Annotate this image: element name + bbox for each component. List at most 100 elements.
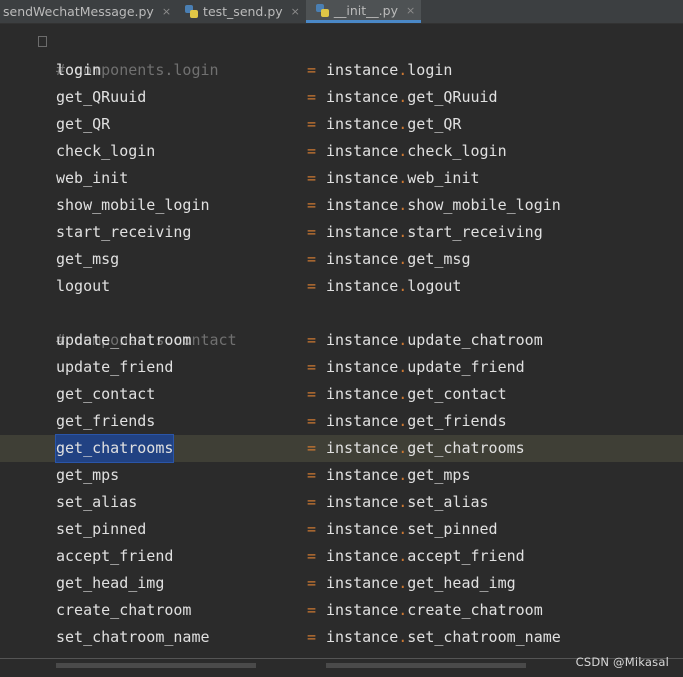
code-line: update_chatroom = instance.update_chatroom xyxy=(0,327,683,354)
assignment-value[interactable]: instance.get_msg xyxy=(326,246,471,273)
assignment-operator: = xyxy=(307,520,317,538)
assignment-value[interactable]: instance.create_chatroom xyxy=(326,597,543,624)
variable-name[interactable]: web_init xyxy=(56,165,128,192)
instance-reference: instance xyxy=(326,439,399,457)
assignment-value[interactable]: instance.login xyxy=(326,57,452,84)
assignment-operator: = xyxy=(307,601,317,619)
member-access-dot: . xyxy=(398,277,408,295)
assignment-value[interactable]: instance.show_mobile_login xyxy=(326,192,561,219)
variable-name[interactable]: show_mobile_login xyxy=(56,192,210,219)
assignment-value[interactable]: instance.get_chatrooms xyxy=(326,435,525,462)
instance-reference: instance xyxy=(326,574,399,592)
assignment-operator: = xyxy=(307,142,317,160)
variable-name[interactable]: update_chatroom xyxy=(56,327,191,354)
assignment-value[interactable]: instance.get_QRuuid xyxy=(326,84,498,111)
code-line: get_QRuuid = instance.get_QRuuid xyxy=(0,84,683,111)
assignment-operator: = xyxy=(307,493,317,511)
variable-name[interactable]: start_receiving xyxy=(56,219,191,246)
code-line: logout = instance.logout xyxy=(0,273,683,300)
variable-name[interactable]: get_QR xyxy=(56,111,110,138)
tab-init[interactable]: __init__.py × xyxy=(305,0,422,23)
member-access-dot: . xyxy=(398,88,408,106)
assignment-value[interactable]: instance.logout xyxy=(326,273,461,300)
instance-reference: instance xyxy=(326,277,399,295)
attribute-name: check_login xyxy=(407,142,507,160)
attribute-name: update_friend xyxy=(407,358,525,376)
attribute-name: set_pinned xyxy=(407,520,498,538)
attribute-name: get_contact xyxy=(407,385,507,403)
code-line-comment: # components.contact xyxy=(0,300,683,349)
assignment-operator: = xyxy=(307,250,317,268)
member-access-dot: . xyxy=(398,358,408,376)
member-access-dot: . xyxy=(398,196,408,214)
code-line: web_init = instance.web_init xyxy=(0,165,683,192)
assignment-operator: = xyxy=(307,547,317,565)
close-icon[interactable]: × xyxy=(291,5,300,18)
attribute-name: get_msg xyxy=(407,250,471,268)
variable-name[interactable]: set_alias xyxy=(56,489,137,516)
tab-label: sendWechatMessage.py xyxy=(3,3,154,19)
assignment-value[interactable]: instance.set_pinned xyxy=(326,516,498,543)
attribute-name: update_chatroom xyxy=(407,331,543,349)
assignment-operator: = xyxy=(307,196,317,214)
code-line: set_chatroom_name = instance.set_chatroom_… xyxy=(0,624,683,651)
assignment-value[interactable]: instance.get_QR xyxy=(326,111,461,138)
assignment-value[interactable]: instance.web_init xyxy=(326,165,480,192)
attribute-name: get_QR xyxy=(407,115,462,133)
assignment-value[interactable]: instance.start_receiving xyxy=(326,219,543,246)
member-access-dot: . xyxy=(398,331,408,349)
assignment-value[interactable]: instance.get_head_img xyxy=(326,570,516,597)
variable-name[interactable]: logout xyxy=(56,273,110,300)
instance-reference: instance xyxy=(326,547,399,565)
attribute-name: get_chatrooms xyxy=(407,439,525,457)
variable-name[interactable]: set_pinned xyxy=(56,516,146,543)
assignment-value[interactable]: instance.get_contact xyxy=(326,381,507,408)
close-icon[interactable]: × xyxy=(406,4,415,17)
watermark: CSDN @Mikasal xyxy=(575,655,669,669)
code-line: set_alias = instance.set_alias xyxy=(0,489,683,516)
variable-name[interactable]: get_QRuuid xyxy=(56,84,146,111)
variable-name[interactable]: accept_friend xyxy=(56,543,173,570)
attribute-name: get_head_img xyxy=(407,574,516,592)
variable-name[interactable]: get_friends xyxy=(56,408,155,435)
variable-name[interactable]: get_contact xyxy=(56,381,155,408)
tab-sendwechatmessage[interactable]: sendWechatMessage.py × xyxy=(0,0,177,22)
member-access-dot: . xyxy=(398,439,408,457)
assignment-value[interactable]: instance.set_alias xyxy=(326,489,489,516)
tab-test-send[interactable]: test_send.py × xyxy=(177,0,306,22)
variable-name[interactable]: set_chatroom_name xyxy=(56,624,210,651)
variable-name[interactable]: update_friend xyxy=(56,354,173,381)
code-line: get_msg = instance.get_msg xyxy=(0,246,683,273)
assignment-value[interactable]: instance.accept_friend xyxy=(326,543,525,570)
member-access-dot: . xyxy=(398,466,408,484)
assignment-value[interactable]: instance.update_friend xyxy=(326,354,525,381)
member-access-dot: . xyxy=(398,520,408,538)
code-editor[interactable]: # components.login # components.contact … xyxy=(0,24,683,658)
variable-name[interactable]: create_chatroom xyxy=(56,597,191,624)
variable-name[interactable]: get_mps xyxy=(56,462,119,489)
assignment-value[interactable]: instance.update_chatroom xyxy=(326,327,543,354)
assignment-operator: = xyxy=(307,574,317,592)
assignment-value[interactable]: instance.get_mps xyxy=(326,462,471,489)
tab-label: test_send.py xyxy=(203,3,283,19)
variable-name[interactable]: check_login xyxy=(56,138,155,165)
assignment-operator: = xyxy=(307,331,317,349)
variable-name[interactable]: get_msg xyxy=(56,246,119,273)
member-access-dot: . xyxy=(398,493,408,511)
instance-reference: instance xyxy=(326,169,399,187)
member-access-dot: . xyxy=(398,142,408,160)
assignment-value[interactable]: instance.get_friends xyxy=(326,408,507,435)
variable-name[interactable]: get_head_img xyxy=(56,570,164,597)
assignment-value[interactable]: instance.check_login xyxy=(326,138,507,165)
attribute-name: show_mobile_login xyxy=(407,196,561,214)
close-icon[interactable]: × xyxy=(162,5,171,18)
member-access-dot: . xyxy=(398,61,408,79)
assignment-operator: = xyxy=(307,466,317,484)
code-line: start_receiving = instance.start_receiving xyxy=(0,219,683,246)
attribute-name: login xyxy=(407,61,453,79)
code-line: update_friend = instance.update_friend xyxy=(0,354,683,381)
variable-name[interactable]: get_chatrooms xyxy=(54,434,175,463)
assignment-value[interactable]: instance.set_chatroom_name xyxy=(326,624,561,651)
attribute-name: create_chatroom xyxy=(407,601,543,619)
variable-name[interactable]: login xyxy=(56,57,101,84)
